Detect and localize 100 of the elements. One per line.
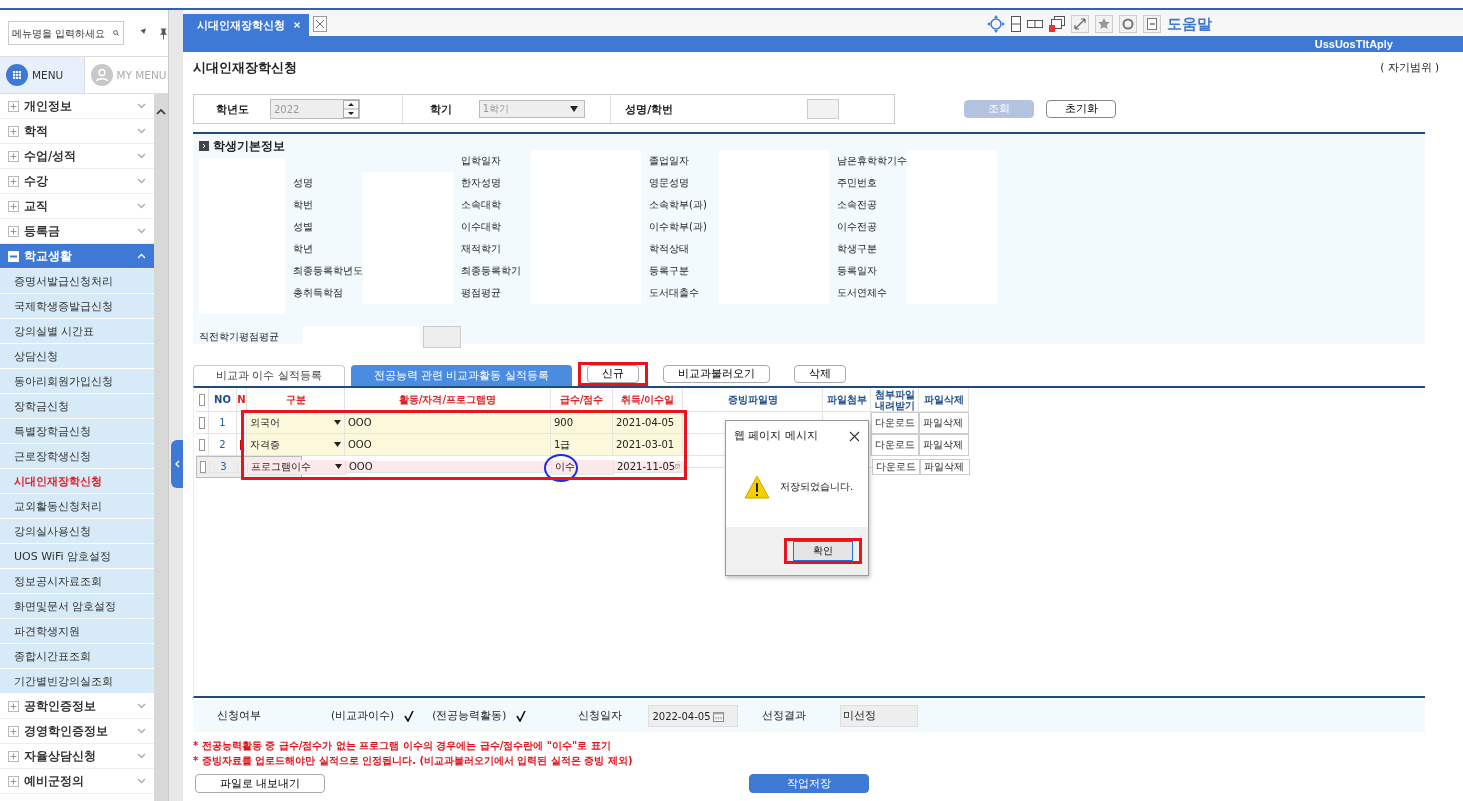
row-checkbox[interactable]	[199, 416, 205, 429]
select-all-checkbox[interactable]	[199, 393, 205, 406]
info-label: 직전학기평점평균	[198, 330, 280, 344]
calendar-icon[interactable]	[712, 710, 724, 722]
menu-group[interactable]: 학적	[0, 119, 154, 144]
menu-item[interactable]: 장학금신청	[0, 394, 154, 419]
checkbox[interactable]	[404, 710, 417, 722]
menu-item[interactable]: 상담신청	[0, 344, 154, 369]
menu-group[interactable]: 학교생활	[0, 244, 154, 269]
row-checkbox[interactable]	[200, 460, 206, 473]
refresh-icon[interactable]	[1119, 15, 1137, 33]
menu-item[interactable]: 정보공시자료조회	[0, 569, 154, 594]
download-link[interactable]: 다운로드	[871, 412, 919, 434]
delete-file-link[interactable]: 파일삭제	[919, 412, 969, 434]
checkbox[interactable]	[516, 710, 529, 722]
menu-tab[interactable]: MENU	[0, 57, 85, 93]
info-label: 소속학부(과)	[648, 198, 708, 212]
page-tab[interactable]: 시대인재장학신청	[183, 14, 309, 36]
dropdown-icon	[334, 420, 341, 425]
info-label: 주민번호	[836, 176, 878, 190]
pin-icon[interactable]	[158, 26, 168, 40]
menu-item[interactable]: 특별장학금신청	[0, 419, 154, 444]
ok-button[interactable]: 확인	[793, 541, 853, 561]
table-cell: OOO	[345, 434, 551, 456]
table-cell: 3	[210, 461, 238, 473]
toolbar-button[interactable]: 삭제	[793, 365, 846, 383]
menu-item[interactable]: 증명서발급신청처리	[0, 269, 154, 294]
menu-group[interactable]: 공학인증정보	[0, 694, 154, 719]
section-tab[interactable]: 비교과 이수 실적등록	[193, 365, 345, 386]
program-id: UssUosTltAply	[1314, 38, 1393, 50]
menu-item[interactable]: 국제학생증발급신청	[0, 294, 154, 319]
menu-item[interactable]: 근로장학생신청	[0, 444, 154, 469]
menu-item[interactable]: 파견학생지원	[0, 619, 154, 644]
exit-icon[interactable]	[1143, 15, 1161, 33]
menu-item[interactable]: 종합시간표조회	[0, 644, 154, 669]
menu-item[interactable]: 기간별빈강의실조회	[0, 669, 154, 694]
help-link[interactable]: 도움말	[1167, 14, 1212, 34]
toolbar-button[interactable]: 신규	[586, 365, 639, 383]
chevron-down-icon	[137, 128, 146, 134]
split-horizontal-icon[interactable]	[1027, 19, 1043, 29]
menu-group[interactable]: 경영학인증정보	[0, 719, 154, 744]
user-icon	[90, 64, 113, 86]
menu-group[interactable]: 수강	[0, 169, 154, 194]
download-link[interactable]: 다운로드	[871, 434, 919, 456]
scope-note: ( 자기범위 )	[1380, 61, 1439, 75]
info-label: 등록일자	[836, 264, 878, 278]
menu-item[interactable]: 교외활동신청처리	[0, 494, 154, 519]
collapse-handle[interactable]	[171, 440, 183, 488]
menu-item[interactable]: UOS WiFi 암호설정	[0, 544, 154, 569]
date-field[interactable]: 2022-04-05	[648, 705, 739, 727]
menu-group[interactable]: 개인정보	[0, 94, 154, 119]
menu-group[interactable]: 수업/성적	[0, 144, 154, 169]
column-header: 급수/점수	[551, 388, 613, 412]
windows-icon[interactable]	[1049, 16, 1065, 32]
chevron-up-icon	[137, 253, 146, 259]
download-link[interactable]: 다운로드	[872, 459, 920, 475]
dropdown-icon	[335, 464, 342, 469]
menu-item[interactable]: 시대인재장학신청	[0, 469, 154, 494]
menu-item[interactable]: 강의실별 시간표	[0, 319, 154, 344]
category-select[interactable]: 자격증	[247, 434, 345, 456]
row-checkbox[interactable]	[199, 438, 205, 451]
section-title: 학생기본정보	[213, 138, 285, 154]
info-label: 남은휴학학기수	[836, 154, 907, 168]
toolbar-button[interactable]: 비교과불러오기	[662, 365, 770, 383]
info-label: 학생구분	[836, 242, 878, 256]
delete-file-link[interactable]: 파일삭제	[919, 434, 969, 456]
menu-group[interactable]: 교직	[0, 194, 154, 219]
menu-group[interactable]: 예비군정의	[0, 769, 154, 794]
info-label: 학번	[292, 198, 314, 212]
category-select[interactable]: 외국어	[247, 412, 345, 434]
menu-group[interactable]: 자율상담신청	[0, 744, 154, 769]
notice-text: * 전공능력활동 중 급수/점수가 없는 프로그램 이수의 경우에는 급수/점수란에 "이수"로 표기	[193, 739, 612, 753]
scroll-up-icon[interactable]	[156, 108, 166, 115]
info-label: 총취득학점	[292, 286, 344, 300]
category-select[interactable]: 프로그램이수	[248, 459, 346, 475]
id-field[interactable]	[807, 99, 840, 119]
menu-item[interactable]: 화면및문서 암호설정	[0, 594, 154, 619]
delete-file-link[interactable]: 파일삭제	[920, 459, 970, 475]
scrollbar[interactable]	[154, 94, 168, 801]
table-cell: 2021-11-05	[614, 461, 684, 473]
expand-icon[interactable]	[1071, 15, 1089, 33]
info-label: 소속전공	[836, 198, 878, 212]
result-field: 미선정	[840, 705, 919, 727]
minus-icon	[8, 250, 19, 262]
menu-item[interactable]: 동아리회원가입신청	[0, 369, 154, 394]
close-icon[interactable]	[849, 430, 860, 442]
export-button[interactable]: 파일로 내보내기	[195, 774, 325, 793]
reset-button[interactable]: 초기화	[1046, 100, 1116, 118]
split-vertical-icon[interactable]	[1011, 16, 1021, 32]
menu-search-field[interactable]: 메뉴명을 입력하세요	[8, 21, 124, 45]
move-icon[interactable]	[987, 15, 1005, 33]
info-label: 영문성명	[648, 176, 690, 190]
plus-icon	[8, 125, 19, 137]
close-all-icon[interactable]	[313, 16, 327, 32]
table-cell: 900	[554, 417, 574, 428]
save-button[interactable]: 작업저장	[749, 774, 869, 793]
menu-item[interactable]: 강의실사용신청	[0, 519, 154, 544]
spinner-arrows-icon[interactable]	[343, 100, 359, 118]
star-icon[interactable]	[1095, 15, 1113, 33]
table-cell: 2021-03-01	[613, 434, 683, 456]
